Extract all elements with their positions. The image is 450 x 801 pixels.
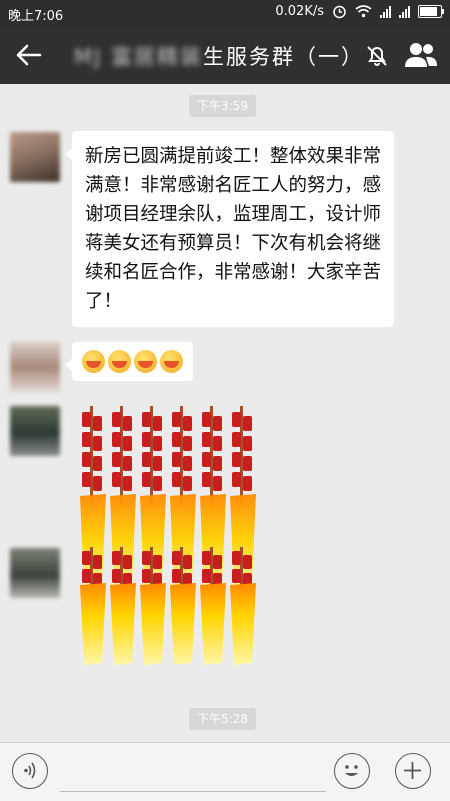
avatar[interactable] [10,342,60,392]
timestamp: 下午5:28 [189,708,256,730]
emoji-icon [345,765,358,776]
firecracker-image [80,547,256,665]
avatar[interactable] [10,548,60,598]
chat-title-obscured: MJ 富居精装 [74,45,203,69]
firecracker-sticker[interactable] [76,547,266,667]
input-bar [0,742,450,801]
signal-icon [380,5,391,18]
alarm-icon [333,5,346,19]
grinning-face-icon [160,350,183,373]
back-arrow-icon[interactable] [14,40,44,70]
signal-icon [399,5,410,18]
more-button[interactable] [395,753,431,789]
timestamp: 下午3:59 [189,95,256,117]
clock: 晚上7:06 [8,9,64,24]
message-input[interactable] [60,753,326,792]
chat-title-visible: 生服务群（一） [203,45,364,69]
chat-area[interactable]: 下午3:59 新房已圆满提前竣工！整体效果非常满意！非常感谢名匠工人的努力，感谢… [0,84,450,742]
message-bubble[interactable] [65,342,193,381]
message-text: 新房已圆满提前竣工！整体效果非常满意！非常感谢名匠工人的努力，感谢项目经理余队，… [85,146,382,312]
voice-button[interactable] [12,753,48,789]
plus-icon [404,762,421,779]
mute-icon [367,46,387,66]
battery-icon [418,5,444,18]
wifi-icon [355,5,372,18]
chat-header: MJ 富居精装生服务群（一） [0,26,450,84]
grinning-face-icon [82,350,105,373]
emoji-message [72,342,193,381]
avatar[interactable] [10,132,60,182]
grinning-face-icon [134,350,157,373]
chat-title: MJ 富居精装生服务群（一） [74,41,364,71]
message-bubble[interactable]: 新房已圆满提前竣工！整体效果非常满意！非常感谢名匠工人的努力，感谢项目经理余队，… [65,131,394,327]
voice-icon [24,762,36,779]
avatar[interactable] [10,406,60,456]
network-speed: 0.02K/s [275,4,324,19]
grinning-face-icon [108,350,131,373]
members-icon[interactable] [404,40,438,70]
emoji-button[interactable] [334,753,370,789]
status-bar: 晚上7:06 0.02K/s [0,0,450,26]
